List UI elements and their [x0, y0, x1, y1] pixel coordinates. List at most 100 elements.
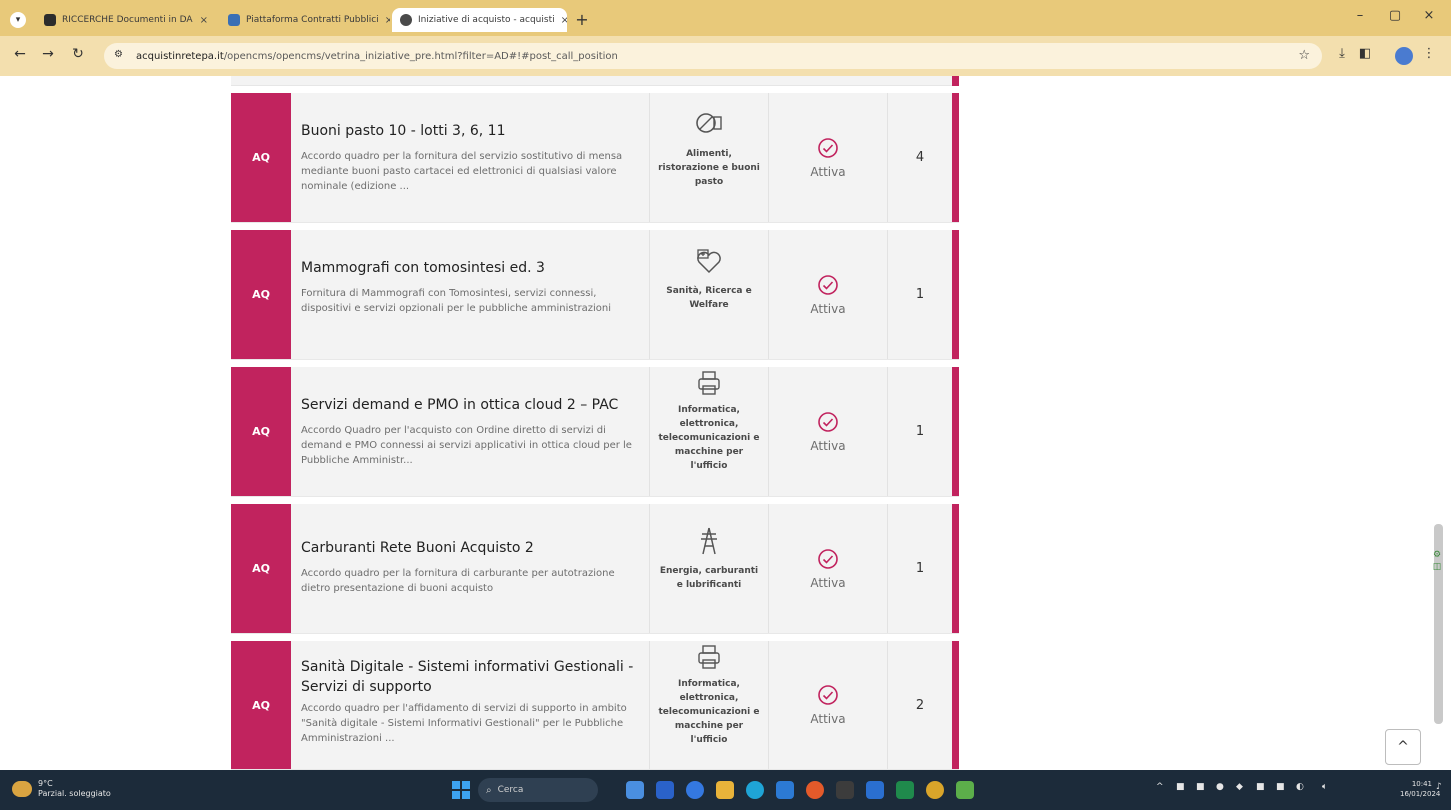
initiative-title[interactable]: Sanità Digitale - Sistemi informativi Ge… [301, 657, 639, 697]
initiative-text: Accordo quadro per l'affidamento di serv… [301, 703, 627, 744]
initiative-description: Buoni pasto 10 - lotti 3, 6, 11 Accordo … [291, 93, 650, 222]
tab-label: RICCERCHE Documenti in DA [62, 15, 193, 25]
initiative-text: Accordo quadro per la fornitura del serv… [301, 151, 623, 192]
app-icon[interactable] [956, 781, 974, 799]
site-info-icon[interactable]: ⚙ [114, 49, 128, 63]
maximize-button[interactable]: ▢ [1380, 8, 1410, 23]
initiative-title[interactable]: Carburanti Rete Buoni Acquisto 2 [301, 538, 639, 558]
initiative-title[interactable]: Mammografi con tomosintesi ed. 3 [301, 258, 639, 278]
browser-tab-1[interactable]: RICCERCHE Documenti in DA × [36, 8, 216, 32]
status-cell: Attiva [769, 504, 888, 633]
browser-tab-2[interactable]: Piattaforma Contratti Pubblici × [220, 8, 390, 32]
check-circle-icon [818, 411, 838, 432]
page-content: AQ Buoni pasto 10 - lotti 3, 6, 11 Accor… [0, 76, 1451, 770]
volume-icon[interactable]: 🔈︎ [1322, 782, 1327, 792]
accessibility-widget-icon[interactable]: ⚙ ◫ [1432, 549, 1442, 577]
url-path: /opencms/opencms/vetrina_iniziative_pre.… [223, 50, 618, 62]
row-accent-bar [952, 641, 959, 769]
app-icon[interactable] [776, 781, 794, 799]
minimize-button[interactable]: – [1345, 8, 1375, 23]
check-circle-icon [818, 137, 838, 158]
weather-temp: 9°C [38, 779, 53, 788]
lots-count: 2 [915, 697, 925, 713]
browser-tab-strip: ▾ RICCERCHE Documenti in DA × Piattaform… [0, 0, 1451, 36]
taskbar-search[interactable]: ⌕ Cerca [478, 778, 598, 802]
weather-widget[interactable]: 9°C Parzial. soleggiato [12, 779, 111, 799]
sidepanel-icon[interactable]: ◧ [1355, 46, 1375, 61]
lots-count: 1 [915, 424, 925, 439]
tray-app-icon[interactable]: ■ [1276, 782, 1285, 792]
notification-bell-icon[interactable]: ♪ [1436, 782, 1442, 792]
tray-app-icon[interactable]: ■ [1196, 782, 1205, 792]
firefox-icon[interactable] [806, 781, 824, 799]
edge-browser-icon[interactable] [746, 781, 764, 799]
back-to-top-button[interactable]: ^ [1385, 729, 1421, 765]
tray-chevron-icon[interactable]: ^ [1156, 782, 1164, 792]
file-explorer-icon[interactable] [716, 781, 734, 799]
tab-search-button[interactable]: ▾ [10, 12, 26, 28]
close-tab-icon[interactable]: × [379, 15, 390, 26]
browser-tab-3-active[interactable]: Iniziative di acquisto - acquisti × [392, 8, 567, 32]
check-circle-icon [818, 548, 838, 569]
row-accent-bar [952, 504, 959, 633]
bookmark-star-icon[interactable]: ☆ [1298, 48, 1310, 63]
forward-arrow-icon[interactable]: → [38, 46, 58, 62]
clock-time: 10:41 [1411, 780, 1432, 788]
browser-toolbar: ← → ↻ ⚙ acquistinretepa.it /opencms/open… [0, 36, 1451, 76]
windows-start-icon[interactable] [452, 781, 470, 799]
profile-avatar[interactable] [1395, 47, 1413, 65]
type-badge: AQ [231, 367, 291, 496]
check-circle-icon [818, 274, 838, 295]
wifi-icon[interactable]: ◐ [1296, 782, 1304, 792]
menu-kebab-icon[interactable]: ⋮ [1419, 46, 1439, 61]
category-cell: Informatica, elettronica, telecomunicazi… [650, 367, 769, 496]
initiative-row[interactable]: AQ Mammografi con tomosintesi ed. 3 Forn… [231, 230, 959, 360]
initiative-row[interactable]: AQ Sanità Digitale - Sistemi informativi… [231, 641, 959, 770]
excel-icon[interactable] [896, 781, 914, 799]
health-icon [697, 249, 721, 274]
app-icon[interactable] [686, 781, 704, 799]
tray-app-icon[interactable]: ● [1216, 782, 1224, 792]
tray-app-icon[interactable]: ■ [1176, 782, 1185, 792]
initiative-title[interactable]: Buoni pasto 10 - lotti 3, 6, 11 [301, 121, 639, 141]
status-label: Attiva [810, 438, 846, 453]
initiative-description: Carburanti Rete Buoni Acquisto 2 Accordo… [291, 504, 650, 633]
category-label: Sanità, Ricerca e Welfare [666, 286, 752, 310]
initiative-row[interactable]: AQ Buoni pasto 10 - lotti 3, 6, 11 Accor… [231, 93, 959, 223]
tray-app-icon[interactable]: ◆ [1236, 782, 1243, 792]
chrome-icon[interactable] [926, 781, 944, 799]
app-icon[interactable] [836, 781, 854, 799]
initiative-row[interactable]: AQ Carburanti Rete Buoni Acquisto 2 Acco… [231, 504, 959, 634]
category-cell: Energia, carburanti e lubrificanti [650, 504, 769, 633]
initiative-description: Mammografi con tomosintesi ed. 3 Fornitu… [291, 230, 650, 359]
previous-row-fragment [231, 76, 959, 86]
close-tab-icon[interactable]: × [194, 15, 208, 26]
tray-app-icon[interactable]: ■ [1256, 782, 1265, 792]
outlook-icon[interactable] [866, 781, 884, 799]
initiative-text: Fornitura di Mammografi con Tomosintesi,… [301, 288, 612, 314]
cloud-icon [44, 14, 56, 26]
reload-icon[interactable]: ↻ [68, 46, 88, 62]
initiative-row[interactable]: AQ Servizi demand e PMO in ottica cloud … [231, 367, 959, 497]
close-tab-icon[interactable]: × [555, 15, 567, 26]
app-icon[interactable] [656, 781, 674, 799]
type-badge: AQ [231, 230, 291, 359]
search-icon: ⌕ [486, 784, 492, 796]
check-circle-icon [818, 685, 838, 705]
new-tab-button[interactable]: + [572, 10, 592, 30]
lots-count: 4 [915, 150, 925, 165]
taskview-icon[interactable] [626, 781, 644, 799]
category-cell: Sanità, Ricerca e Welfare [650, 230, 769, 359]
status-label: Attiva [810, 575, 846, 590]
tab-label: Iniziative di acquisto - acquisti [418, 15, 555, 25]
system-clock[interactable]: 10:41 16/01/2024 [1400, 779, 1440, 799]
address-bar[interactable]: ⚙ acquistinretepa.it /opencms/opencms/ve… [104, 43, 1322, 69]
type-badge: AQ [231, 504, 291, 633]
close-window-button[interactable]: × [1414, 8, 1444, 23]
category-label: Alimenti, ristorazione e buoni pasto [658, 149, 760, 187]
back-arrow-icon[interactable]: ← [10, 46, 30, 62]
clock-date: 16/01/2024 [1400, 790, 1441, 798]
category-label: Informatica, elettronica, telecomunicazi… [658, 405, 760, 471]
initiative-title[interactable]: Servizi demand e PMO in ottica cloud 2 –… [301, 395, 639, 415]
download-icon[interactable]: ⤓ [1332, 46, 1352, 61]
